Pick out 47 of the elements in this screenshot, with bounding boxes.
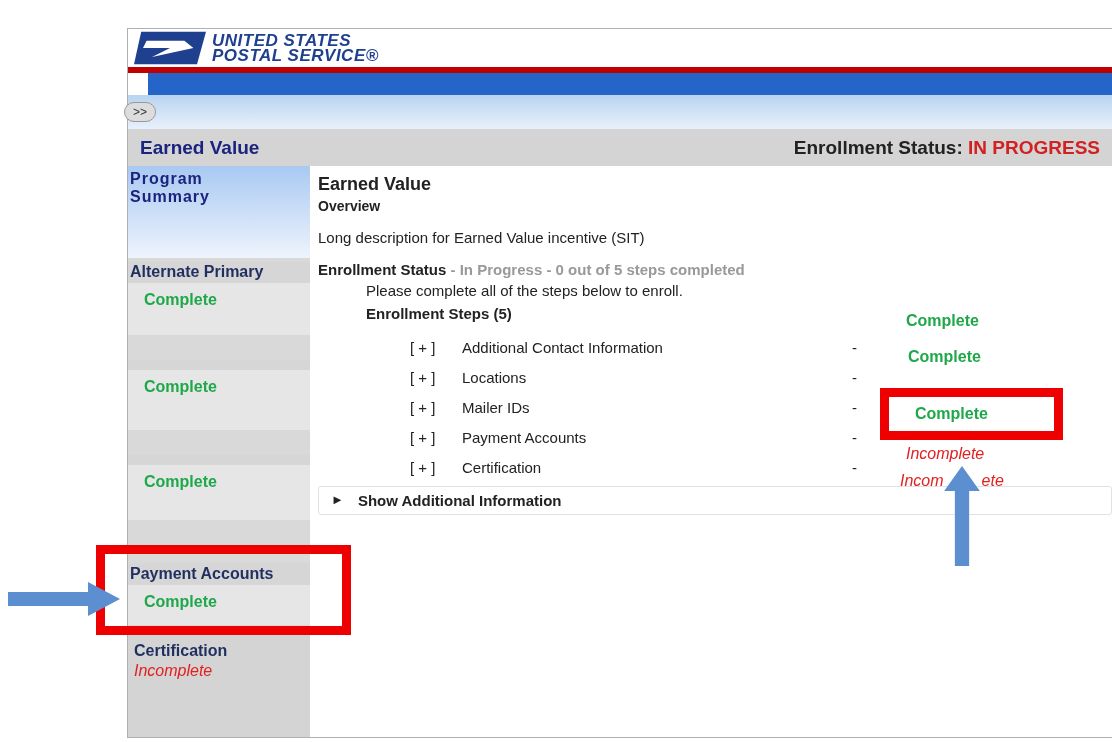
separator-dash: - (852, 398, 857, 416)
section-title: Alternate Primary (128, 261, 310, 283)
separator-dash: - (852, 368, 857, 386)
logo-text: UNITED STATES (212, 33, 352, 48)
section-status: Complete (143, 592, 218, 612)
content-title: Earned Value (318, 174, 433, 195)
steps-heading: Enrollment Steps (5) (366, 305, 512, 322)
up-arrow-icon (942, 466, 982, 566)
step-name: Certification (462, 458, 543, 476)
status-label: Incomplete (906, 445, 985, 464)
status-label: Complete (906, 312, 979, 331)
separator-dash: - (852, 428, 857, 446)
section-title: Payment Accounts (128, 563, 310, 585)
section-status: Incomplete (133, 662, 214, 680)
enrollment-status: Enrollment Status: IN PROGRESS (793, 136, 1100, 159)
eagle-logo-icon (132, 30, 208, 66)
show-additional-info-toggle[interactable]: ► Show Additional Information (318, 486, 1112, 515)
separator-dash: - (852, 458, 857, 476)
section-status: Complete (143, 290, 218, 310)
content-subtitle: Overview (318, 198, 382, 214)
description: Long description for Earned Value incentive (SIT) (318, 229, 646, 246)
step-name: Additional Contact Information (462, 338, 664, 356)
sidebar-section[interactable]: Alternate Primary Complete (128, 261, 310, 335)
sidebar-section[interactable]: Payment Accounts Complete (128, 563, 310, 625)
enrollment-status-line: Enrollment Status - In Progress - 0 out of 5 steps completed (318, 261, 746, 278)
step-name: Locations (462, 368, 528, 386)
expand-toggle[interactable]: [ + ] (410, 338, 462, 356)
separator-dash: - (852, 338, 857, 356)
instruction-text: Please complete all of the steps below to enroll. (366, 282, 684, 299)
right-arrow-icon (8, 582, 120, 616)
section-status: Complete (143, 472, 218, 492)
step-name: Payment Accounts (462, 428, 588, 446)
status-label: Complete (915, 405, 988, 424)
step-name: Mailer IDs (462, 398, 531, 416)
status-label: Complete (908, 348, 981, 367)
expand-toggle[interactable]: [ + ] (410, 428, 462, 446)
page-title: Earned Value (140, 136, 260, 159)
expand-button[interactable]: >> (124, 102, 156, 122)
expand-toggle[interactable]: [ + ] (410, 398, 462, 416)
section-title: Certification (133, 641, 229, 661)
triangle-icon: ► (331, 492, 344, 509)
sidebar-heading[interactable]: Program Summary (130, 170, 260, 206)
section-status: Complete (143, 377, 218, 397)
expand-toggle[interactable]: [ + ] (410, 368, 462, 386)
logo-text: POSTAL SERVICE® (212, 48, 379, 63)
sidebar-section[interactable]: Certification Incomplete (128, 632, 310, 737)
expand-toggle[interactable]: [ + ] (410, 458, 462, 476)
